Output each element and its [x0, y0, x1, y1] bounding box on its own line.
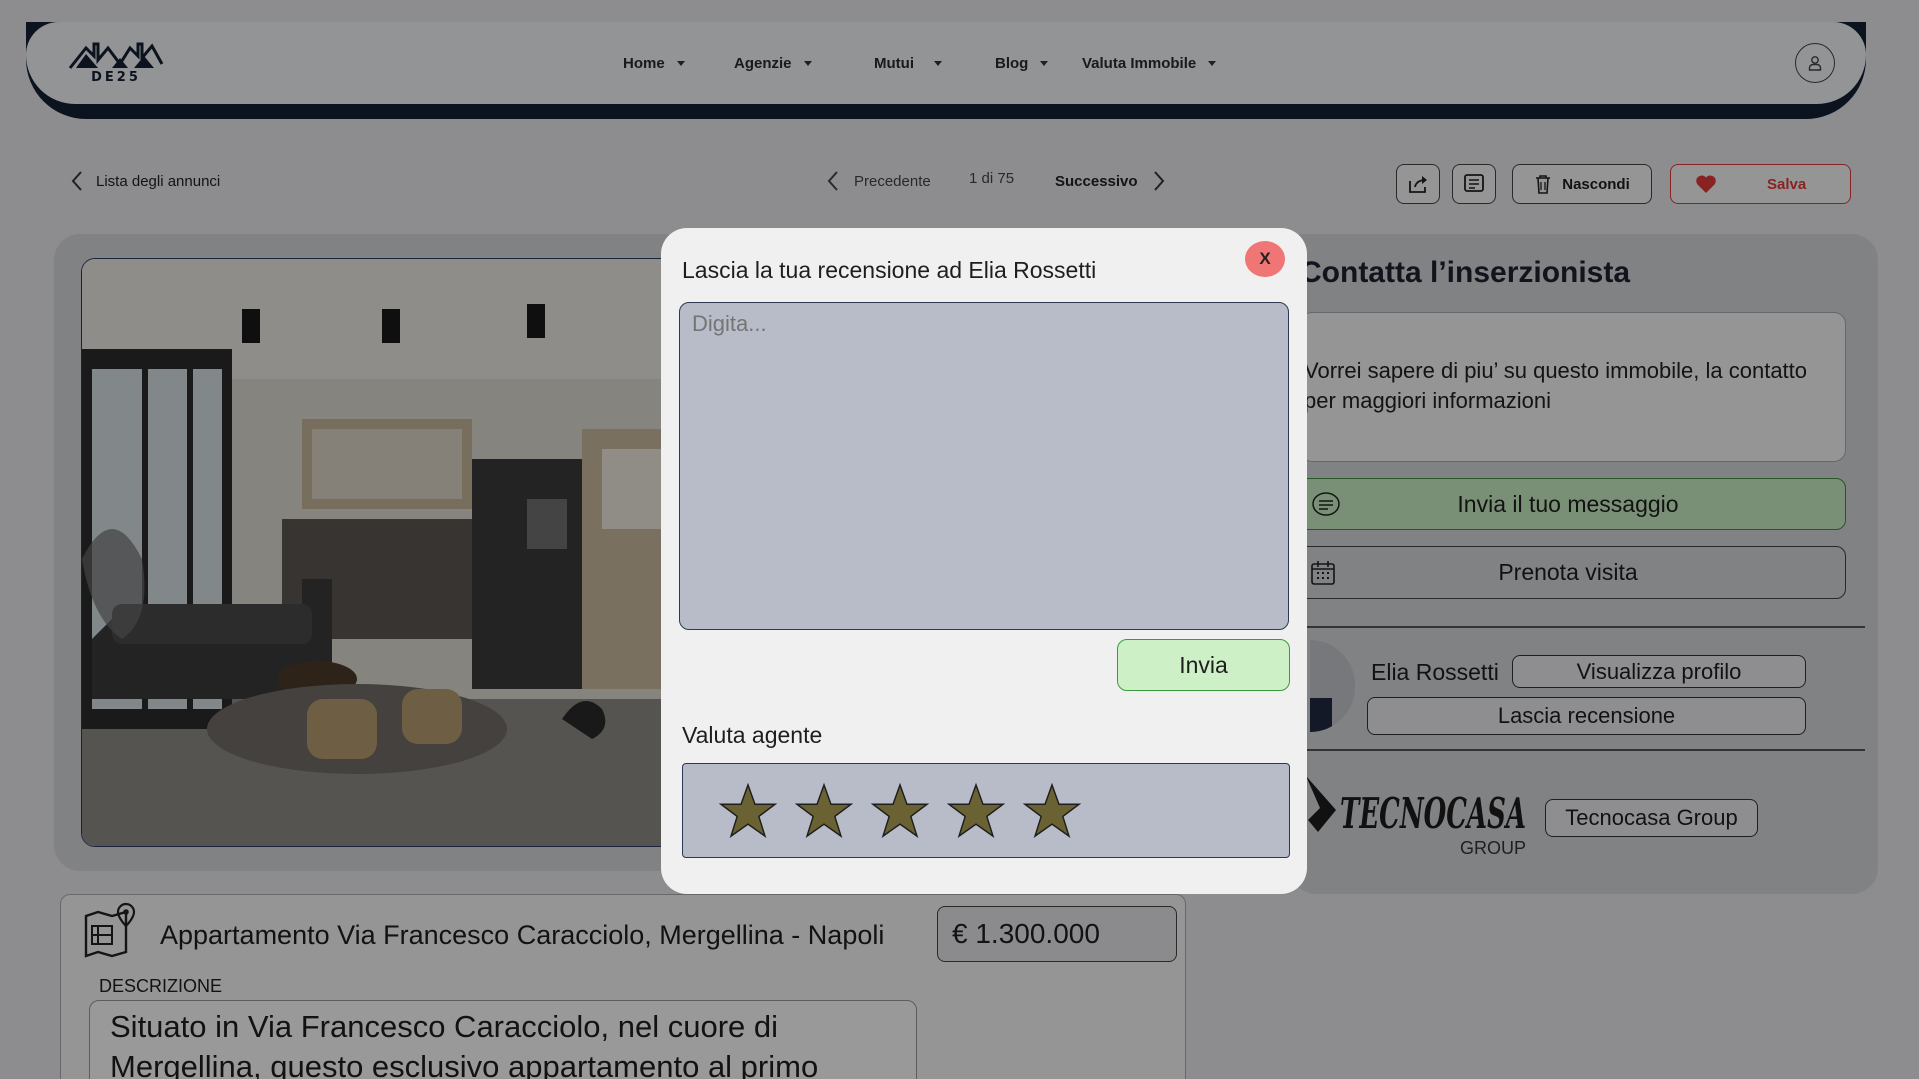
star-rating[interactable]: [682, 763, 1290, 858]
rating-label: Valuta agente: [682, 722, 823, 748]
review-textarea[interactable]: [679, 302, 1289, 630]
star-icon[interactable]: [719, 782, 777, 840]
modal-title: Lascia la tua recensione ad Elia Rossett…: [682, 257, 1097, 283]
submit-review-button[interactable]: Invia: [1117, 639, 1290, 691]
star-icon[interactable]: [871, 782, 929, 840]
star-icon[interactable]: [795, 782, 853, 840]
star-icon[interactable]: [947, 782, 1005, 840]
close-button[interactable]: X: [1245, 241, 1285, 277]
submit-review-label: Invia: [1179, 651, 1228, 678]
star-icon[interactable]: [1023, 782, 1081, 840]
